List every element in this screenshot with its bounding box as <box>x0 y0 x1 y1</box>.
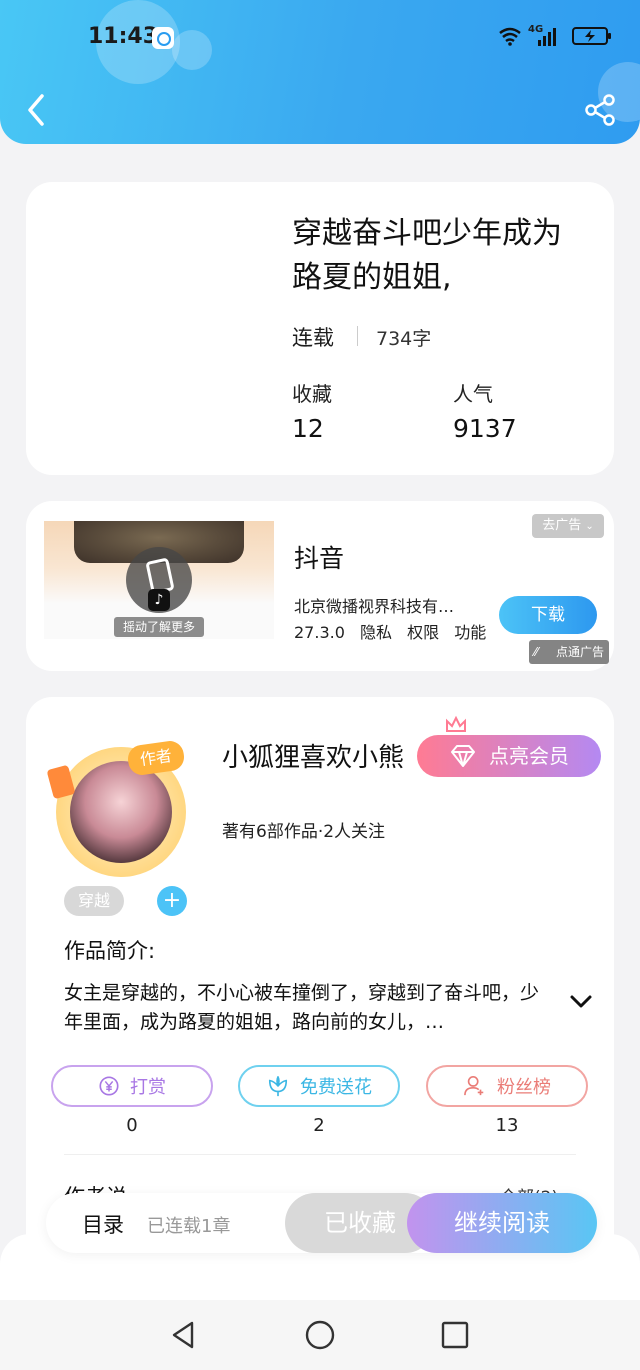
app-notification-icon <box>152 27 174 49</box>
ad-privacy-link[interactable]: 隐私 <box>360 623 392 642</box>
intro-text: 女主是穿越的，不小心被车撞倒了，穿越到了奋斗吧，少年里面，成为路夏的姐姐，路向前… <box>64 982 540 1033</box>
remove-ad-label: 去广告 <box>542 518 582 533</box>
book-status: 连载 <box>292 326 334 350</box>
share-button[interactable] <box>582 92 618 128</box>
ad-card[interactable]: ♪ 摇动了解更多 抖音 北京微播视界科技有… 27.3.0 隐私 权限 功能 去… <box>26 501 614 671</box>
ad-company: 北京微播视界科技有… <box>294 597 455 616</box>
divider <box>64 1154 576 1155</box>
popularity-value: 9137 <box>453 414 517 443</box>
popularity-label: 人气 <box>453 382 493 406</box>
author-name: 小狐狸喜欢小熊 <box>222 743 405 773</box>
header: 11:43 4G <box>0 0 640 144</box>
word-count: 734字 <box>376 328 432 350</box>
diamond-icon <box>451 745 475 767</box>
chevron-down-icon[interactable] <box>569 993 593 1011</box>
ad-version: 27.3.0 <box>294 623 345 642</box>
add-tag-button[interactable]: + <box>157 886 187 916</box>
reward-count: 0 <box>126 1115 138 1136</box>
avatar[interactable]: 作者 <box>46 739 186 877</box>
yen-icon <box>99 1076 119 1096</box>
book-info-card: 穿越奋斗吧少年成为路夏的姐姐, 连载 734字 收藏 12 人气 9137 <box>26 182 614 475</box>
ad-download-button[interactable]: 下载 <box>499 596 597 634</box>
ad-source-text: 点通广告 <box>555 645 604 659</box>
fans-icon <box>464 1076 484 1096</box>
back-button[interactable] <box>18 88 58 132</box>
tiktok-logo-icon: ♪ <box>148 589 170 611</box>
nav-recents-icon[interactable] <box>438 1318 472 1352</box>
fans-ranking-button[interactable]: 粉丝榜 <box>426 1065 588 1107</box>
flower-icon <box>268 1076 288 1097</box>
flower-count: 2 <box>313 1115 325 1136</box>
wifi-icon <box>499 27 521 46</box>
chevron-down-icon: ⌄ <box>585 521 594 532</box>
send-flower-label: 免费送花 <box>300 1077 372 1098</box>
ad-source-icon: ⁄⁄ <box>534 645 539 659</box>
battery-icon <box>572 27 611 45</box>
remove-ad-button[interactable]: 去广告 ⌄ <box>532 514 604 538</box>
ad-source-label: ⁄⁄ 点通广告 <box>529 640 609 664</box>
genre-tag[interactable]: 穿越 <box>64 886 124 916</box>
ad-meta: 27.3.0 隐私 权限 功能 <box>294 619 496 643</box>
ad-features-link[interactable]: 功能 <box>454 623 486 642</box>
reward-label: 打赏 <box>130 1077 166 1098</box>
continue-reading-button[interactable]: 继续阅读 <box>407 1193 597 1253</box>
avatar-image <box>70 761 172 863</box>
nav-home-icon[interactable] <box>303 1318 337 1352</box>
serial-info: 已连载1章 <box>147 1216 231 1237</box>
ad-shake-hint: 摇动了解更多 <box>114 617 204 637</box>
system-nav-bar <box>0 1300 640 1370</box>
decor-bubble <box>172 30 212 70</box>
vip-button[interactable]: 点亮会员 <box>417 735 601 777</box>
status-time: 11:43 <box>88 24 159 49</box>
fans-ranking-label: 粉丝榜 <box>497 1077 551 1098</box>
ad-title: 抖音 <box>294 544 345 573</box>
author-works: 著有6部作品·2人关注 <box>222 822 386 842</box>
intro-label: 作品简介: <box>64 939 156 963</box>
ad-image[interactable]: ♪ 摇动了解更多 <box>44 521 274 639</box>
reading-action-bar: 目录 已连载1章 已收藏 继续阅读 <box>46 1193 597 1253</box>
book-title: 穿越奋斗吧少年成为路夏的姐姐, <box>292 216 562 295</box>
fans-count: 13 <box>495 1115 519 1136</box>
signal-icon <box>538 26 556 46</box>
divider <box>357 326 358 346</box>
ad-permissions-link[interactable]: 权限 <box>407 623 439 642</box>
favorites-label: 收藏 <box>292 382 332 406</box>
author-badge: 作者 <box>126 739 186 777</box>
nav-back-icon[interactable] <box>166 1318 200 1352</box>
favorites-value: 12 <box>292 414 324 443</box>
send-flower-button[interactable]: 免费送花 <box>238 1065 400 1107</box>
crown-icon <box>446 715 466 732</box>
reward-button[interactable]: 打赏 <box>51 1065 213 1107</box>
table-of-contents-button[interactable]: 目录 <box>82 1209 124 1239</box>
avatar-decoration <box>46 764 76 800</box>
